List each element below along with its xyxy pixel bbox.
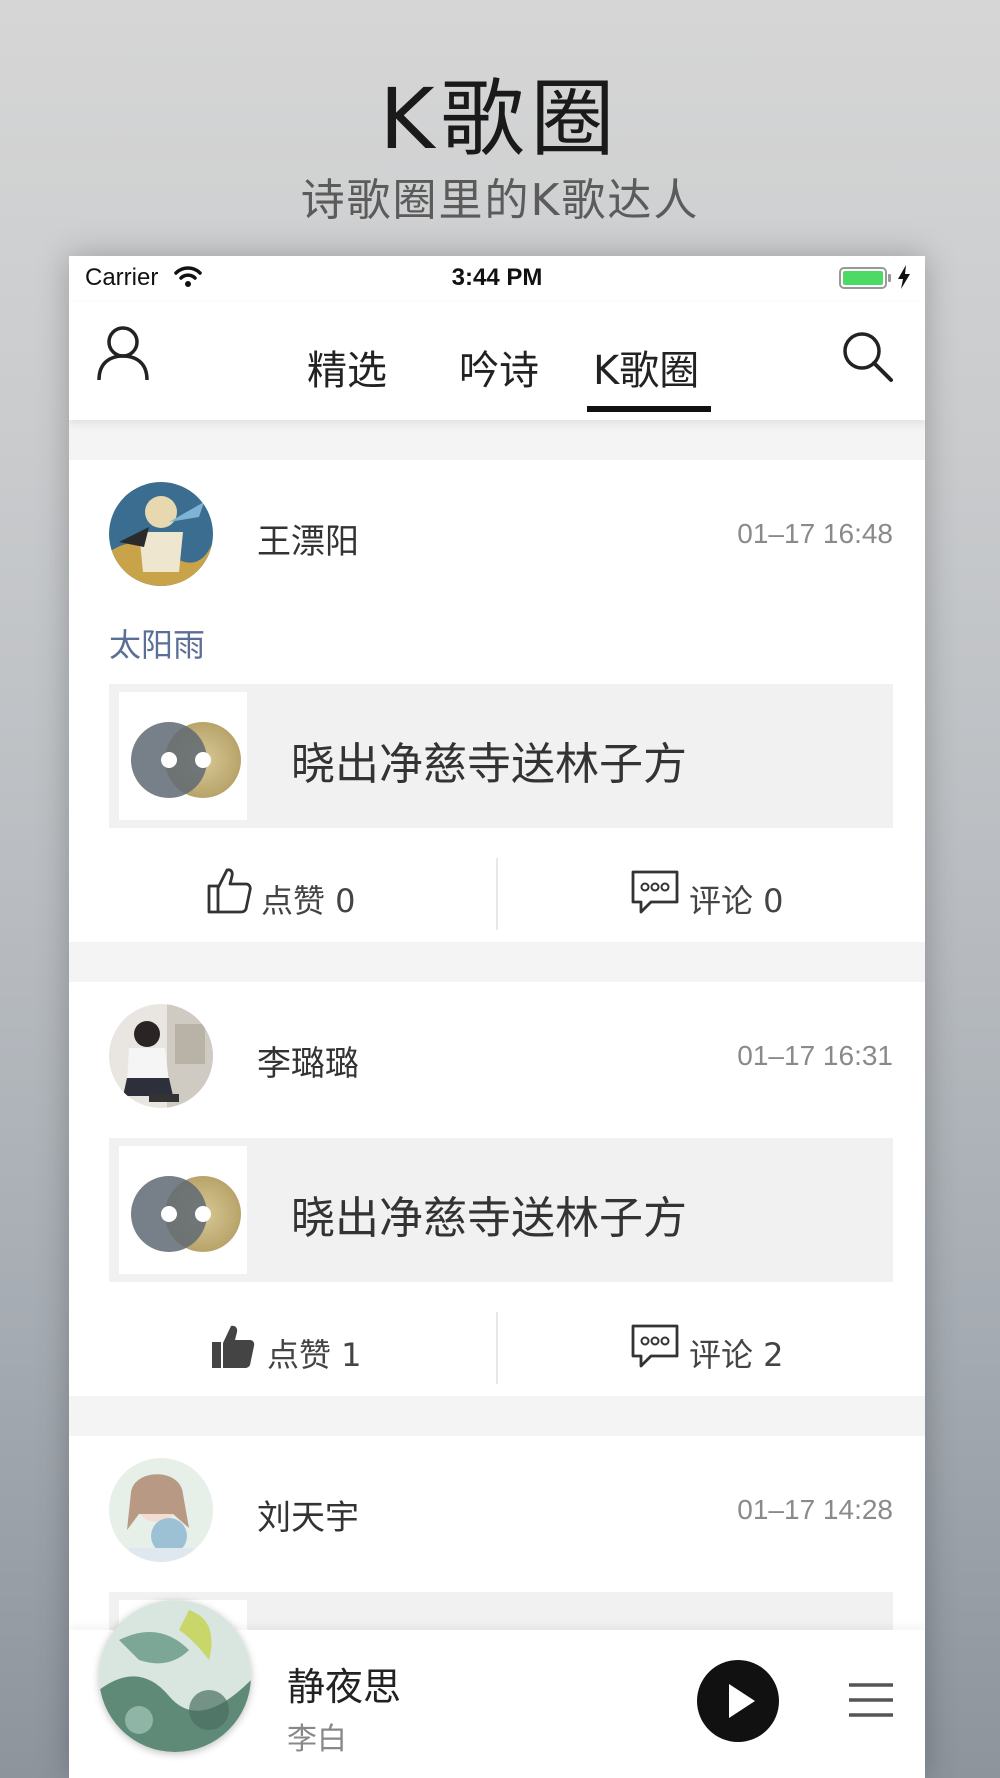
play-button[interactable] xyxy=(697,1660,779,1742)
player-artist: 李白 xyxy=(287,1722,347,1757)
status-time: 3:44 PM xyxy=(451,264,543,291)
thumbs-up-filled-icon xyxy=(209,1322,257,1376)
comment-bubble-icon xyxy=(629,1322,681,1374)
card-actions: 点赞 0 评论 0 xyxy=(69,850,925,940)
tab-k-song-circle[interactable]: K歌圈 xyxy=(593,338,699,396)
comment-button[interactable]: 评论 2 xyxy=(497,1304,925,1394)
post-text: 太阳雨 xyxy=(109,626,206,664)
comment-bubble-icon xyxy=(629,868,681,920)
comment-count-label: 评论 2 xyxy=(689,1336,784,1374)
post-time: 01–17 16:31 xyxy=(737,1040,893,1071)
username[interactable]: 李璐璐 xyxy=(257,1036,359,1085)
thumbs-up-icon xyxy=(205,866,253,920)
comment-count-label: 评论 0 xyxy=(689,882,784,920)
active-tab-indicator xyxy=(587,406,711,412)
hero-title: K歌圈 xyxy=(379,70,621,168)
song-cover xyxy=(119,692,247,820)
like-button[interactable]: 点赞 1 xyxy=(69,1304,497,1394)
avatar[interactable] xyxy=(109,482,213,586)
song-cover xyxy=(119,1146,247,1274)
status-bar: Carrier 3:44 PM xyxy=(69,256,925,302)
song-title: 晓出净慈寺送林子方 xyxy=(291,739,687,790)
like-count-label: 点赞 0 xyxy=(261,882,356,920)
tab-selected[interactable]: 精选 xyxy=(307,338,387,396)
menu-icon[interactable] xyxy=(847,1680,895,1724)
song-item[interactable]: 晓出净慈寺送林子方 xyxy=(109,684,893,828)
username[interactable]: 王漂阳 xyxy=(257,514,359,563)
search-icon[interactable] xyxy=(841,330,895,388)
like-button[interactable]: 点赞 0 xyxy=(69,850,497,940)
comment-button[interactable]: 评论 0 xyxy=(497,850,925,940)
mini-player[interactable]: 静夜思 李白 xyxy=(69,1600,925,1778)
song-title: 晓出净慈寺送林子方 xyxy=(291,1193,687,1244)
player-cover-art[interactable] xyxy=(99,1600,251,1752)
user-profile-icon[interactable] xyxy=(95,324,151,386)
player-song-title: 静夜思 xyxy=(287,1665,402,1709)
charging-bolt-icon xyxy=(897,265,911,294)
play-icon xyxy=(729,1684,755,1718)
post-time: 01–17 14:28 xyxy=(737,1494,893,1525)
like-count-label: 点赞 1 xyxy=(267,1336,362,1374)
feed-card: 李璐璐 01–17 16:31 晓出净慈寺送林子方 点赞 1 评论 2 xyxy=(69,982,925,1396)
hero-subtitle: 诗歌圈里的K歌达人 xyxy=(300,175,700,226)
username[interactable]: 刘天宇 xyxy=(257,1490,359,1539)
feed-card: 王漂阳 01–17 16:48 太阳雨 晓出净慈寺送林子方 点赞 0 评论 0 xyxy=(69,460,925,942)
avatar[interactable] xyxy=(109,1458,213,1562)
battery-full-icon xyxy=(839,267,893,294)
top-nav-bar: 精选 吟诗 K歌圈 xyxy=(69,302,925,420)
tab-recite-poetry[interactable]: 吟诗 xyxy=(459,338,539,396)
card-actions: 点赞 1 评论 2 xyxy=(69,1304,925,1394)
song-item[interactable]: 晓出净慈寺送林子方 xyxy=(109,1138,893,1282)
avatar[interactable] xyxy=(109,1004,213,1108)
post-time: 01–17 16:48 xyxy=(737,518,893,549)
phone-screen: Carrier 3:44 PM 精选 吟诗 K歌圈 王漂阳 01–17 16:4… xyxy=(69,256,925,1778)
